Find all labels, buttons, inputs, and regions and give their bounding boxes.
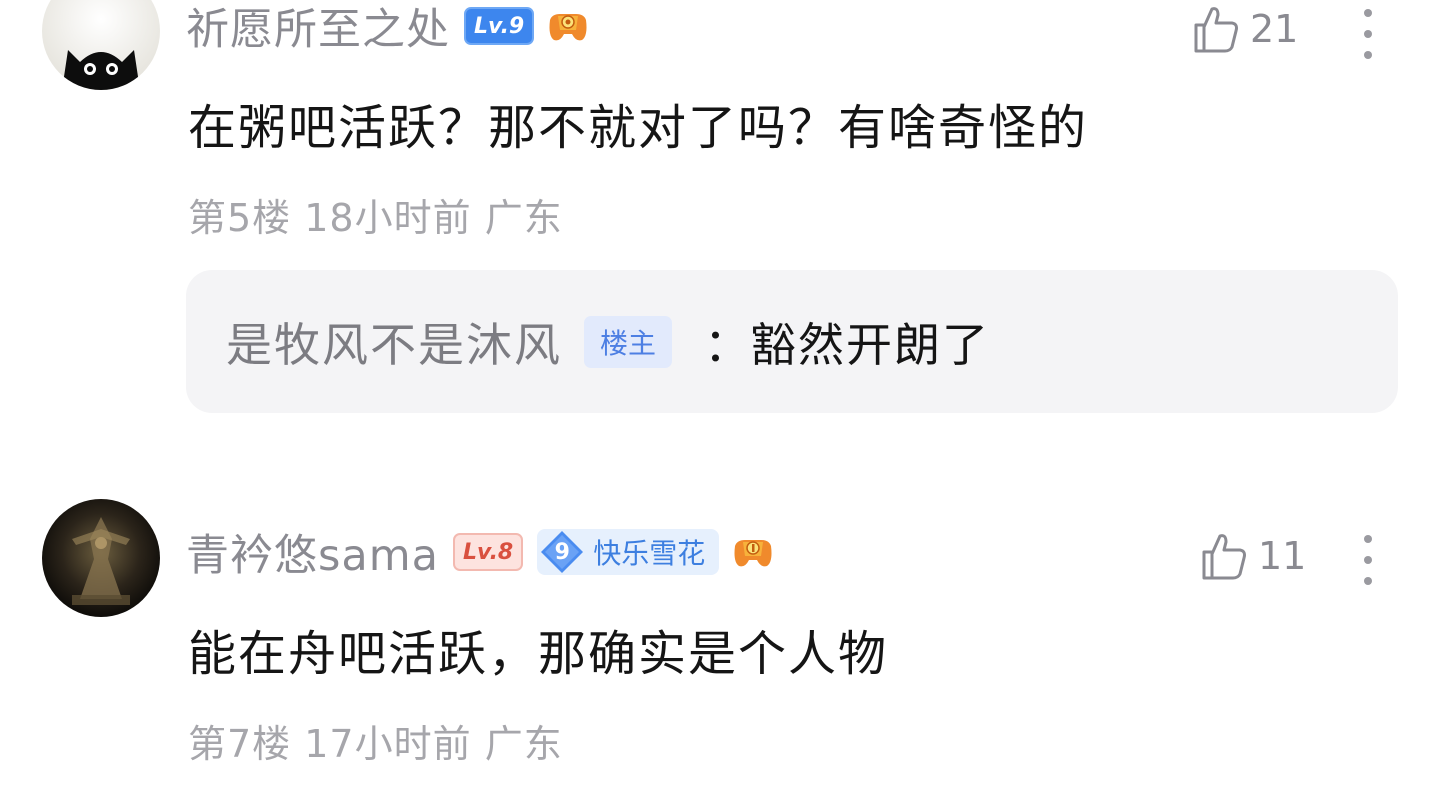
comment-content: 能在舟吧活跃，那确实是个人物 xyxy=(188,626,889,682)
thumbs-up-icon xyxy=(1194,7,1238,53)
more-options-icon[interactable] xyxy=(1362,9,1374,72)
comment-content: 在粥吧活跃？那不就对了吗？有啥奇怪的 xyxy=(188,100,1089,156)
like-count: 11 xyxy=(1258,534,1307,578)
username[interactable]: 青衿悠sama xyxy=(186,521,439,583)
comment-meta: 第7楼 17小时前 广东 xyxy=(188,722,563,766)
avatar[interactable] xyxy=(42,499,160,617)
fan-badge[interactable]: 9 快乐雪花 xyxy=(537,529,720,575)
thumbs-up-icon xyxy=(1202,534,1246,580)
comment-meta: 第5楼 18小时前 广东 xyxy=(188,196,563,240)
more-options-icon[interactable] xyxy=(1362,535,1374,598)
fan-badge-label: 快乐雪花 xyxy=(593,537,706,570)
reply-preview[interactable]: 是牧风不是沐风 楼主 ： 豁然开朗了 xyxy=(186,270,1398,413)
avatar[interactable] xyxy=(42,0,160,90)
fan-level-diamond: 9 xyxy=(537,529,587,575)
username[interactable]: 祈愿所至之处 xyxy=(186,0,450,57)
reply-username[interactable]: 是牧风不是沐风 xyxy=(226,309,562,375)
op-badge: 楼主 xyxy=(584,315,673,368)
orange-gamepad-medal-icon xyxy=(734,540,772,567)
reply-colon: ： xyxy=(704,317,751,372)
like-button[interactable]: 11 xyxy=(1198,530,1306,582)
like-count: 21 xyxy=(1250,7,1299,51)
level-badge: Lv.8 xyxy=(453,533,524,571)
orange-gamepad-medal-icon xyxy=(549,14,587,41)
user-info-row: 青衿悠sama Lv.8 9 快乐雪花 xyxy=(186,522,777,582)
like-button[interactable]: 21 xyxy=(1190,3,1298,55)
level-badge: Lv.9 xyxy=(464,7,535,45)
reply-text: 豁然开朗了 xyxy=(750,317,991,372)
user-info-row: 祈愿所至之处 Lv.9 xyxy=(186,0,592,56)
